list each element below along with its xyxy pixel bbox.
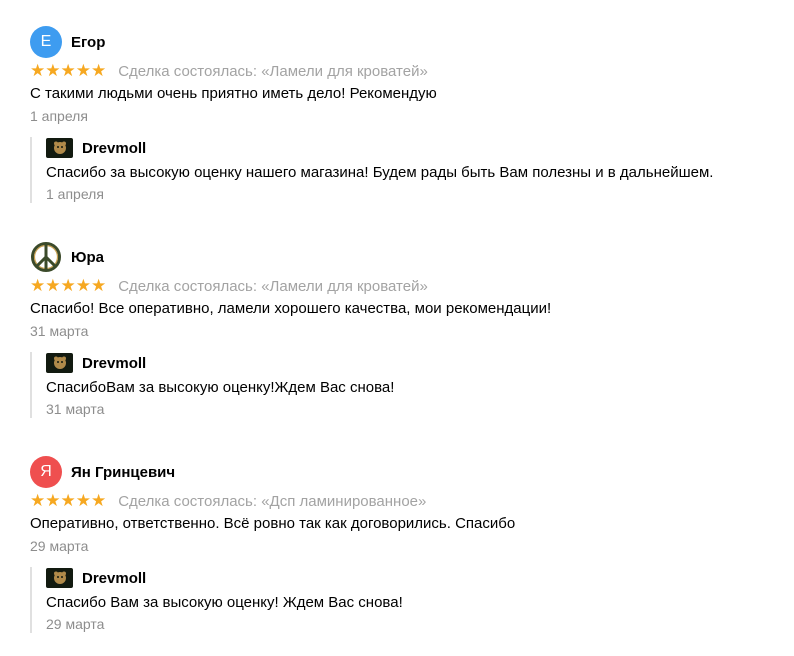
review-date: 1 апреля (30, 108, 88, 124)
reviewer-name[interactable]: Егор (71, 34, 105, 51)
rating-stars: ★★★★★ (30, 276, 107, 295)
shop-logo[interactable] (46, 353, 73, 373)
reviewer-name[interactable]: Юра (71, 249, 104, 266)
reply-header: Drevmoll (46, 352, 770, 374)
peace-sign-icon (31, 242, 61, 272)
seller-reply: Drevmoll Спасибо за высокую оценку нашег… (30, 137, 770, 203)
bear-logo-icon (53, 571, 66, 584)
review-meta: ★★★★★ Сделка состоялась: «Ламели для кро… (30, 62, 770, 80)
shop-logo[interactable] (46, 138, 73, 158)
reply-text: СпасибоВам за высокую оценку!Ждем Вас сн… (46, 379, 395, 396)
reply-date: 1 апреля (46, 186, 104, 202)
rating-stars: ★★★★★ (30, 61, 107, 80)
reply-header: Drevmoll (46, 137, 770, 159)
review-header: Я Ян Гринцевич (30, 456, 770, 488)
avatar[interactable] (30, 241, 62, 273)
shop-name[interactable]: Drevmoll (82, 570, 146, 587)
avatar[interactable]: Е (30, 26, 62, 58)
review-meta: ★★★★★ Сделка состоялась: «Дсп ламинирова… (30, 492, 770, 510)
shop-logo[interactable] (46, 568, 73, 588)
review-header: Юра (30, 241, 770, 273)
deal-status: Сделка состоялась: «Ламели для кроватей» (118, 277, 428, 295)
bear-logo-icon (53, 356, 66, 369)
avatar[interactable]: Я (30, 456, 62, 488)
deal-status: Сделка состоялась: «Ламели для кроватей» (118, 62, 428, 80)
reply-date: 29 марта (46, 616, 105, 632)
review-meta: ★★★★★ Сделка состоялась: «Ламели для кро… (30, 277, 770, 295)
review-text: Оперативно, ответственно. Всё ровно так … (30, 515, 516, 532)
reply-header: Drevmoll (46, 567, 770, 589)
shop-name[interactable]: Drevmoll (82, 140, 146, 157)
review-item: Юра ★★★★★ Сделка состоялась: «Ламели для… (30, 241, 770, 418)
seller-reply: Drevmoll Спасибо Вам за высокую оценку! … (30, 567, 770, 633)
deal-status: Сделка состоялась: «Дсп ламинированное» (118, 492, 427, 510)
review-header: Е Егор (30, 26, 770, 58)
shop-name[interactable]: Drevmoll (82, 355, 146, 372)
review-item: Е Егор ★★★★★ Сделка состоялась: «Ламели … (30, 26, 770, 203)
review-item: Я Ян Гринцевич ★★★★★ Сделка состоялась: … (30, 456, 770, 633)
rating-stars: ★★★★★ (30, 491, 107, 510)
reply-text: Спасибо Вам за высокую оценку! Ждем Вас … (46, 594, 403, 611)
review-date: 29 марта (30, 538, 89, 554)
reviewer-name[interactable]: Ян Гринцевич (71, 464, 175, 481)
review-text: С такими людьми очень приятно иметь дело… (30, 85, 437, 102)
seller-reply: Drevmoll СпасибоВам за высокую оценку!Жд… (30, 352, 770, 418)
review-date: 31 марта (30, 323, 89, 339)
review-text: Спасибо! Все оперативно, ламели хорошего… (30, 300, 552, 317)
reply-text: Спасибо за высокую оценку нашего магазин… (46, 164, 714, 181)
bear-logo-icon (53, 141, 66, 154)
reply-date: 31 марта (46, 401, 105, 417)
